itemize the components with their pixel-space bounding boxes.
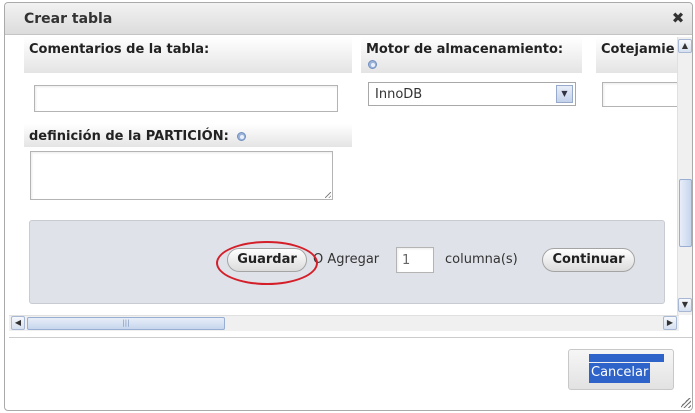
comments-label: Comentarios de la tabla: <box>29 42 210 57</box>
vertical-scroll-thumb[interactable] <box>679 179 692 247</box>
horizontal-scrollbar[interactable]: ◀ ||| ▶ <box>9 315 679 331</box>
resize-grip-icon[interactable] <box>325 192 331 198</box>
comments-header: Comentarios de la tabla: <box>24 37 352 73</box>
comments-input[interactable] <box>34 85 338 112</box>
save-button[interactable]: Guardar <box>227 248 307 272</box>
scroll-left-icon[interactable]: ◀ <box>11 316 25 330</box>
cancel-button[interactable]: Cancelar <box>568 349 674 390</box>
selection-highlight <box>589 354 664 362</box>
dialog-title: Crear tabla <box>24 11 113 27</box>
engine-select-value: InnoDB <box>375 87 423 102</box>
engine-select[interactable]: InnoDB ▼ <box>368 82 576 106</box>
chevron-down-icon[interactable]: ▼ <box>556 85 573 103</box>
close-icon[interactable]: ✖ <box>670 10 686 26</box>
dialog-resize-grip-icon[interactable] <box>681 398 691 408</box>
dialog-content: Comentarios de la tabla: Motor de almace… <box>9 37 692 315</box>
scroll-up-icon[interactable]: ▲ <box>678 39 692 53</box>
partition-label: definición de la PARTICIÓN: <box>29 129 229 144</box>
help-icon[interactable] <box>237 132 247 141</box>
dialog-divider <box>9 337 692 338</box>
engine-label: Motor de almacenamiento: <box>366 42 564 57</box>
partition-textarea[interactable] <box>30 151 333 200</box>
create-table-dialog: Crear tabla ✖ Comentarios de la tabla: M… <box>4 2 693 411</box>
vertical-scrollbar[interactable]: ▲ ▼ <box>677 37 692 315</box>
partition-header: definición de la PARTICIÓN: <box>24 124 352 147</box>
collation-label: Cotejamie <box>601 42 675 57</box>
scroll-right-icon[interactable]: ▶ <box>663 316 677 330</box>
or-add-label: O Agregar <box>313 252 380 267</box>
scroll-down-icon[interactable]: ▼ <box>678 298 692 312</box>
cancel-label: Cancelar <box>589 363 651 383</box>
columns-count-value: 1 <box>402 253 411 268</box>
continue-button[interactable]: Continuar <box>542 248 635 272</box>
engine-header: Motor de almacenamiento: <box>361 37 582 73</box>
columns-count-input[interactable]: 1 <box>396 247 434 273</box>
dialog-titlebar[interactable]: Crear tabla ✖ <box>5 3 692 35</box>
columns-label: columna(s) <box>445 252 518 267</box>
help-icon[interactable] <box>368 60 377 69</box>
horizontal-scroll-thumb[interactable]: ||| <box>27 317 225 330</box>
